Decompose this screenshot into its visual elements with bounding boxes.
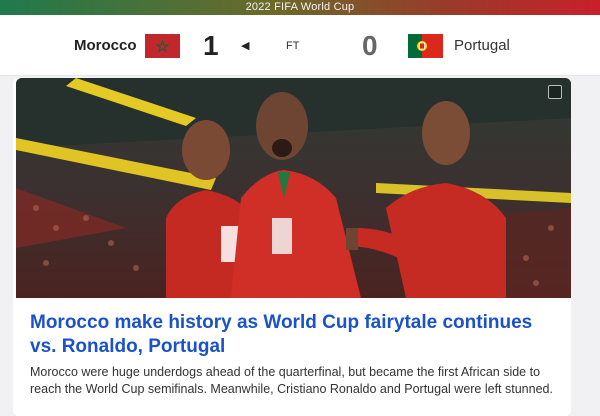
away-score: 0 xyxy=(362,30,378,61)
portugal-flag-icon xyxy=(408,34,443,58)
winner-arrow-icon: ◀ xyxy=(241,40,250,52)
hero-photo xyxy=(16,78,571,298)
tournament-title: 2022 FIFA World Cup xyxy=(245,1,355,13)
home-team-name: Morocco xyxy=(74,37,137,54)
tournament-banner[interactable]: 2022 FIFA World Cup xyxy=(0,0,600,15)
expand-icon[interactable] xyxy=(548,85,562,99)
morocco-flag-icon xyxy=(145,34,180,58)
article-hero-image[interactable] xyxy=(16,78,571,298)
article-headline[interactable]: Morocco make history as World Cup fairyt… xyxy=(30,311,560,359)
match-scoreboard[interactable]: Morocco 1 ◀ FT 0 Portugal xyxy=(0,15,600,76)
home-score: 1 xyxy=(203,30,219,61)
news-article-card[interactable]: Morocco make history as World Cup fairyt… xyxy=(13,78,571,416)
article-summary: Morocco were huge underdogs ahead of the… xyxy=(30,365,553,396)
away-team-name: Portugal xyxy=(454,37,510,54)
match-status: FT xyxy=(286,40,300,52)
